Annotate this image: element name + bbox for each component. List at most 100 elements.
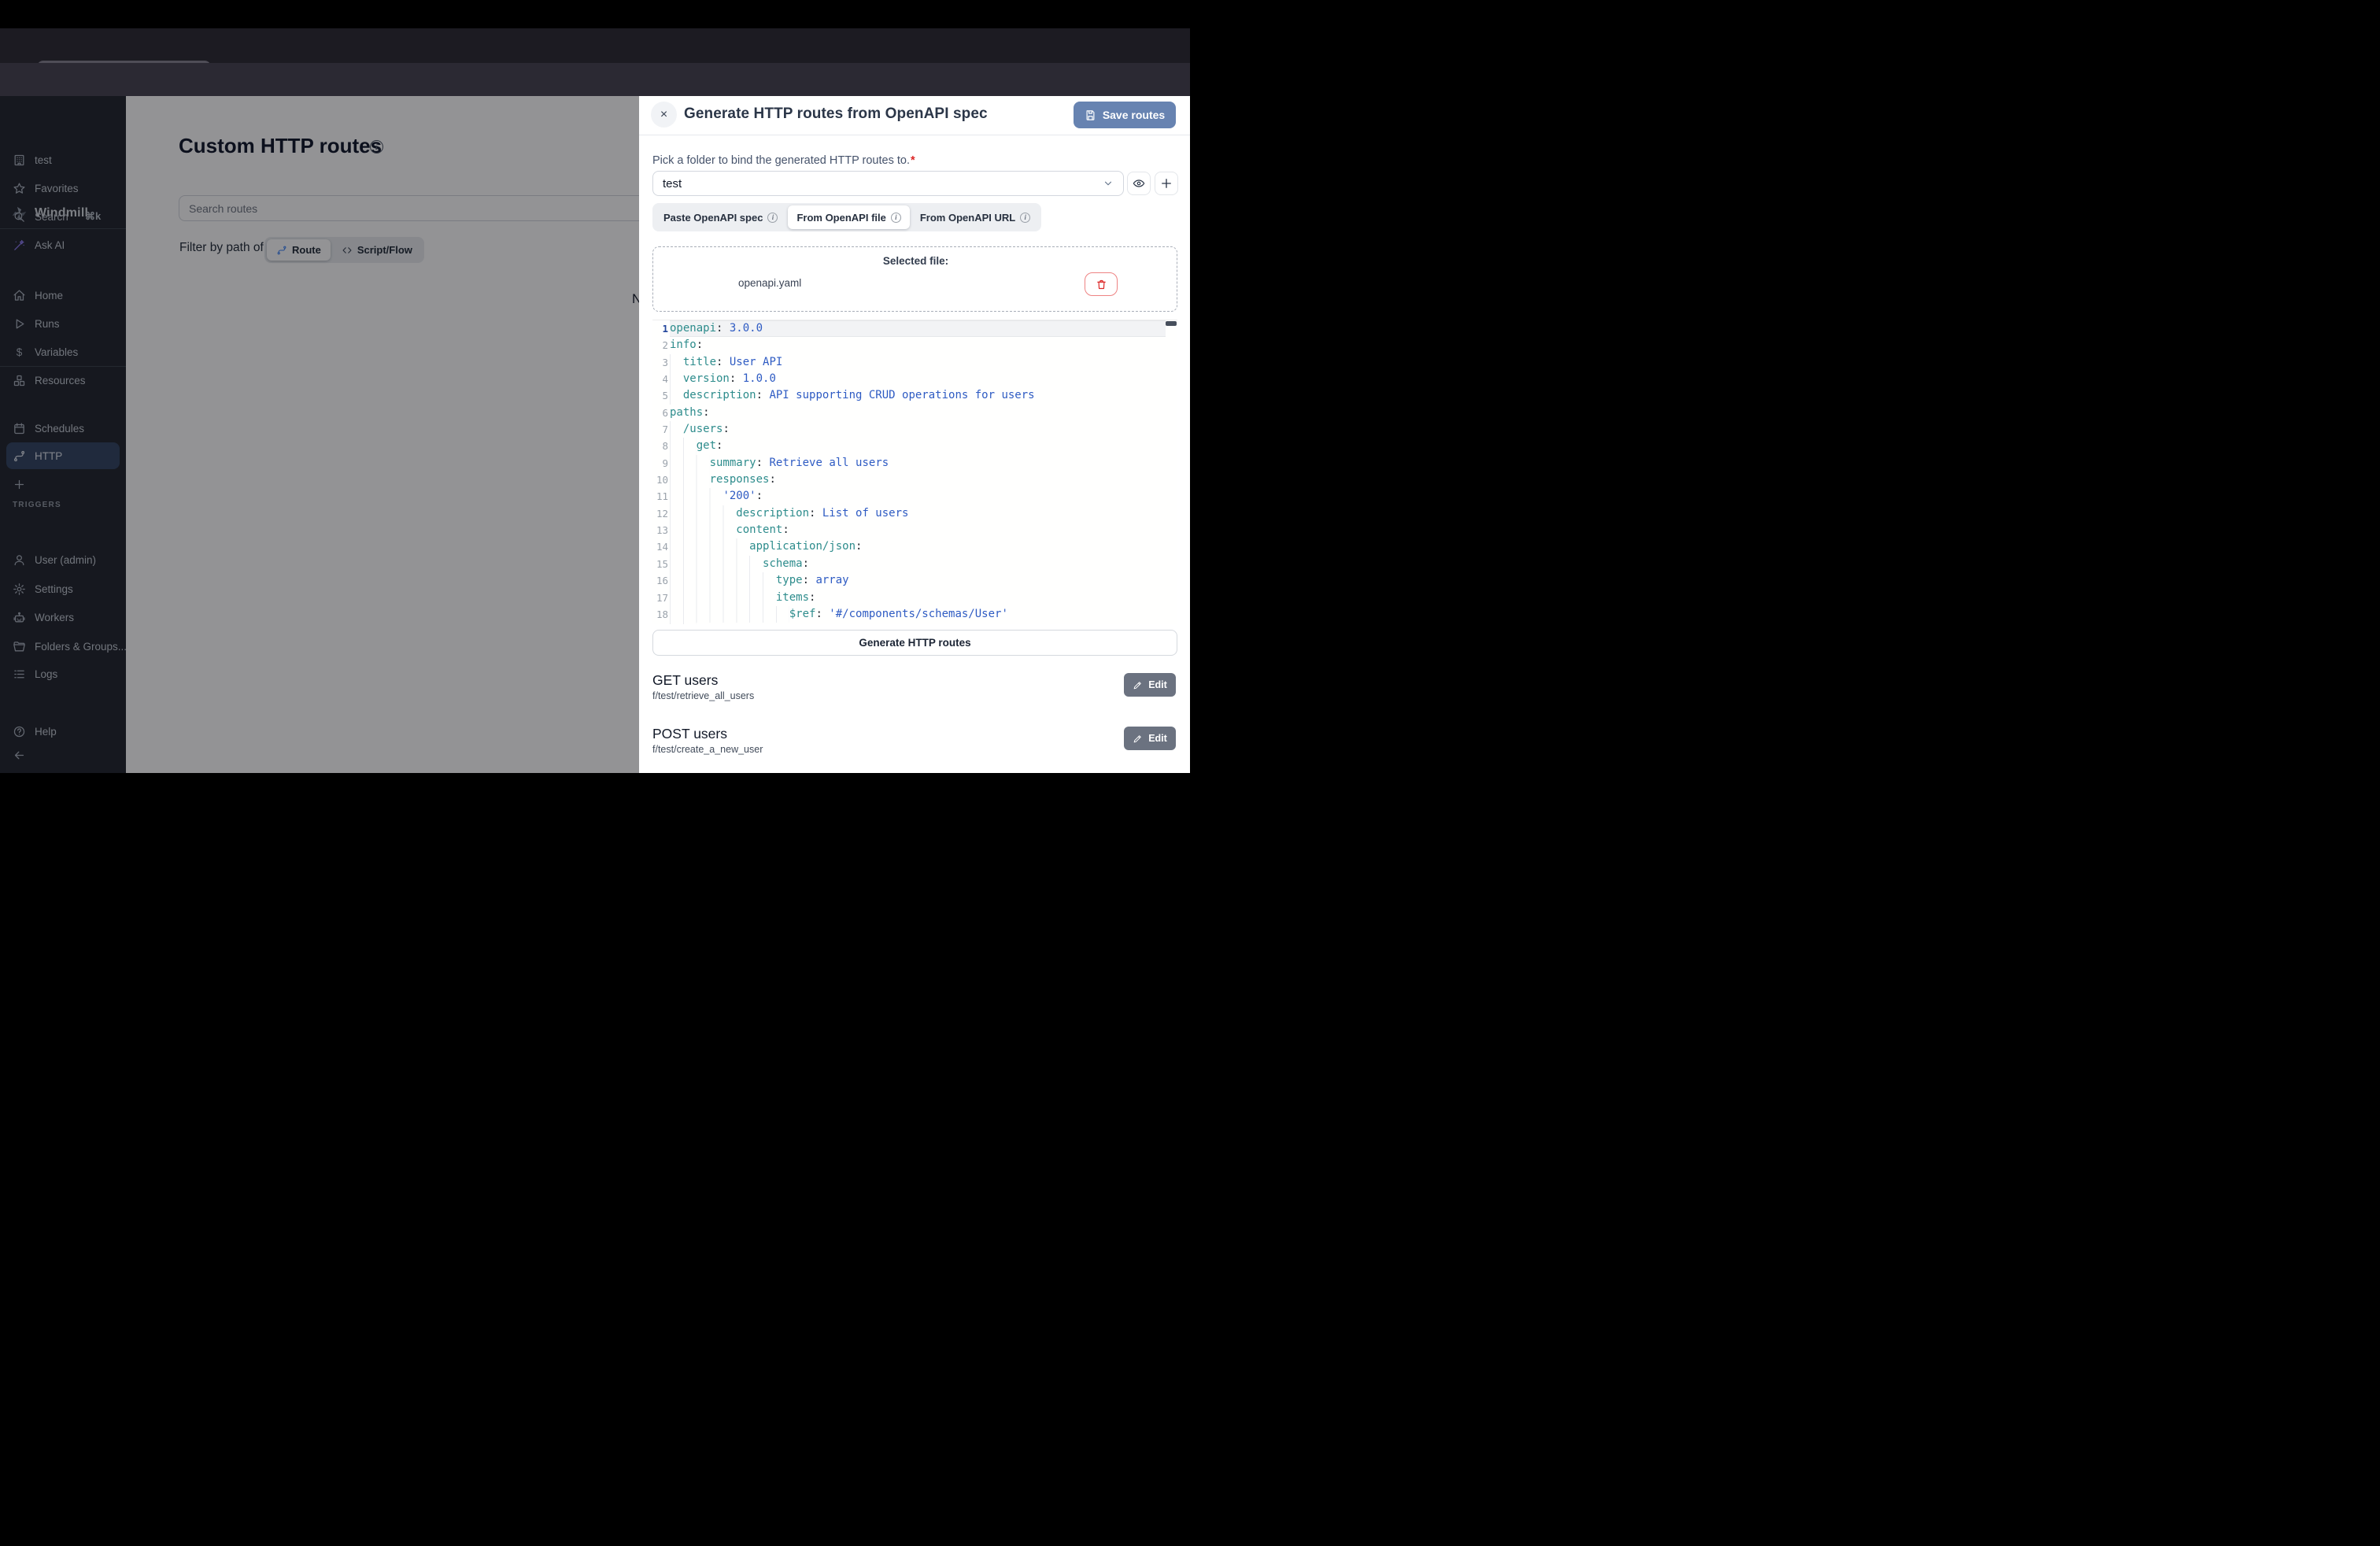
code-text: schema: bbox=[670, 556, 1166, 572]
code-text: responses: bbox=[670, 472, 1166, 488]
code-line-1[interactable]: 1openapi: 3.0.0 bbox=[652, 320, 1177, 337]
code-line-16[interactable]: 16 type: array bbox=[652, 572, 1177, 589]
selected-file-label: Selected file: bbox=[653, 255, 1178, 267]
delete-file-button[interactable] bbox=[1085, 272, 1118, 296]
browser-toolbar: http://localhost:3000/routes?filter_path… bbox=[0, 63, 1190, 96]
drawer-title: Generate HTTP routes from OpenAPI spec bbox=[684, 105, 988, 123]
route-path: f/test/create_a_new_user bbox=[652, 744, 763, 755]
edit-route-button[interactable]: Edit bbox=[1124, 727, 1176, 750]
code-text: version: 1.0.0 bbox=[670, 371, 1166, 387]
code-line-17[interactable]: 17 items: bbox=[652, 590, 1177, 606]
code-line-12[interactable]: 12 description: List of users bbox=[652, 505, 1177, 522]
line-number: 6 bbox=[652, 405, 668, 421]
trash-icon bbox=[1096, 279, 1107, 290]
eye-icon bbox=[1133, 177, 1145, 190]
tab-from-openapi-url[interactable]: From OpenAPI URL i bbox=[911, 205, 1039, 229]
info-icon[interactable]: i bbox=[891, 213, 901, 223]
info-icon[interactable]: i bbox=[767, 213, 778, 223]
line-number: 4 bbox=[652, 371, 668, 387]
code-text: post: bbox=[670, 623, 1166, 624]
code-text: application/json: bbox=[670, 538, 1166, 555]
code-line-9[interactable]: 9 summary: Retrieve all users bbox=[652, 455, 1177, 472]
line-number: 14 bbox=[652, 538, 668, 555]
view-folder-button[interactable] bbox=[1127, 172, 1151, 195]
save-routes-label: Save routes bbox=[1103, 109, 1165, 121]
edit-route-button[interactable]: Edit bbox=[1124, 673, 1176, 697]
code-line-19[interactable]: 19 post: bbox=[652, 623, 1177, 624]
line-number: 9 bbox=[652, 455, 668, 472]
code-text: openapi: 3.0.0 bbox=[670, 320, 1166, 337]
code-text: summary: Retrieve all users bbox=[670, 455, 1166, 472]
edit-label: Edit bbox=[1148, 733, 1167, 744]
route-name: GET users bbox=[652, 672, 718, 689]
code-text: items: bbox=[670, 590, 1166, 606]
tab-label: From OpenAPI URL bbox=[920, 212, 1015, 224]
openapi-code-editor[interactable]: 1openapi: 3.0.02info:3 title: User API4 … bbox=[652, 320, 1177, 624]
browser-tab-bar: HTTP triggers | Windmill × + bbox=[0, 28, 1190, 63]
save-routes-button[interactable]: Save routes bbox=[1074, 102, 1176, 128]
folder-select[interactable]: test bbox=[652, 171, 1124, 196]
code-text: '200': bbox=[670, 488, 1166, 505]
route-path: f/test/retrieve_all_users bbox=[652, 690, 754, 701]
line-number: 19 bbox=[652, 623, 668, 624]
line-number: 17 bbox=[652, 590, 668, 606]
required-asterisk: * bbox=[911, 154, 915, 167]
openapi-drawer: × Generate HTTP routes from OpenAPI spec… bbox=[639, 96, 1190, 773]
code-line-4[interactable]: 4 version: 1.0.0 bbox=[652, 371, 1177, 387]
generate-routes-button[interactable]: Generate HTTP routes bbox=[652, 630, 1177, 656]
code-text: /users: bbox=[670, 421, 1166, 438]
selected-file-box: Selected file: openapi.yaml bbox=[652, 246, 1177, 312]
code-text: description: API supporting CRUD operati… bbox=[670, 387, 1166, 404]
spec-source-tabs: Paste OpenAPI speciFrom OpenAPI fileiFro… bbox=[652, 203, 1041, 231]
save-icon bbox=[1085, 109, 1096, 121]
code-line-5[interactable]: 5 description: API supporting CRUD opera… bbox=[652, 387, 1177, 404]
folder-label: Pick a folder to bind the generated HTTP… bbox=[652, 154, 915, 167]
code-text: content: bbox=[670, 522, 1166, 538]
line-number: 12 bbox=[652, 505, 668, 522]
code-line-2[interactable]: 2info: bbox=[652, 337, 1177, 353]
line-number: 10 bbox=[652, 472, 668, 488]
code-line-11[interactable]: 11 '200': bbox=[652, 488, 1177, 505]
tab-from-openapi-file[interactable]: From OpenAPI file i bbox=[788, 205, 909, 229]
folder-select-value: test bbox=[663, 177, 682, 190]
tab-label: From OpenAPI file bbox=[796, 212, 885, 224]
info-icon[interactable]: i bbox=[1020, 213, 1030, 223]
tab-paste-openapi-spec[interactable]: Paste OpenAPI speci bbox=[655, 205, 786, 229]
code-line-15[interactable]: 15 schema: bbox=[652, 556, 1177, 572]
chevron-down-icon bbox=[1103, 178, 1114, 189]
line-number: 16 bbox=[652, 572, 668, 589]
selected-file-name: openapi.yaml bbox=[738, 277, 801, 289]
code-text: type: array bbox=[670, 572, 1166, 589]
line-number: 7 bbox=[652, 421, 668, 438]
app-window: HTTP triggers | Windmill × + http://loca… bbox=[0, 0, 1190, 773]
line-number: 5 bbox=[652, 387, 668, 404]
code-line-3[interactable]: 3 title: User API bbox=[652, 354, 1177, 371]
pencil-icon bbox=[1133, 680, 1143, 690]
modal-overlay[interactable] bbox=[0, 96, 640, 773]
add-folder-button[interactable] bbox=[1155, 172, 1178, 195]
code-text: description: List of users bbox=[670, 505, 1166, 522]
line-number: 13 bbox=[652, 522, 668, 538]
close-icon[interactable]: × bbox=[651, 102, 677, 128]
pencil-icon bbox=[1133, 734, 1143, 744]
line-number: 2 bbox=[652, 337, 668, 353]
editor-scrollbar[interactable] bbox=[1166, 321, 1177, 326]
line-number: 1 bbox=[652, 320, 668, 337]
code-text: $ref: '#/components/schemas/User' bbox=[670, 606, 1166, 623]
code-text: paths: bbox=[670, 405, 1166, 421]
route-name: POST users bbox=[652, 726, 727, 742]
code-line-14[interactable]: 14 application/json: bbox=[652, 538, 1177, 555]
code-line-7[interactable]: 7 /users: bbox=[652, 421, 1177, 438]
code-line-13[interactable]: 13 content: bbox=[652, 522, 1177, 538]
code-text: get: bbox=[670, 438, 1166, 454]
code-line-6[interactable]: 6paths: bbox=[652, 405, 1177, 421]
code-line-8[interactable]: 8 get: bbox=[652, 438, 1177, 454]
code-line-18[interactable]: 18 $ref: '#/components/schemas/User' bbox=[652, 606, 1177, 623]
line-number: 3 bbox=[652, 354, 668, 371]
line-number: 18 bbox=[652, 606, 668, 623]
window-top-strip bbox=[0, 0, 1190, 28]
line-number: 8 bbox=[652, 438, 668, 454]
line-number: 15 bbox=[652, 556, 668, 572]
code-line-10[interactable]: 10 responses: bbox=[652, 472, 1177, 488]
plus-icon bbox=[1159, 176, 1173, 190]
